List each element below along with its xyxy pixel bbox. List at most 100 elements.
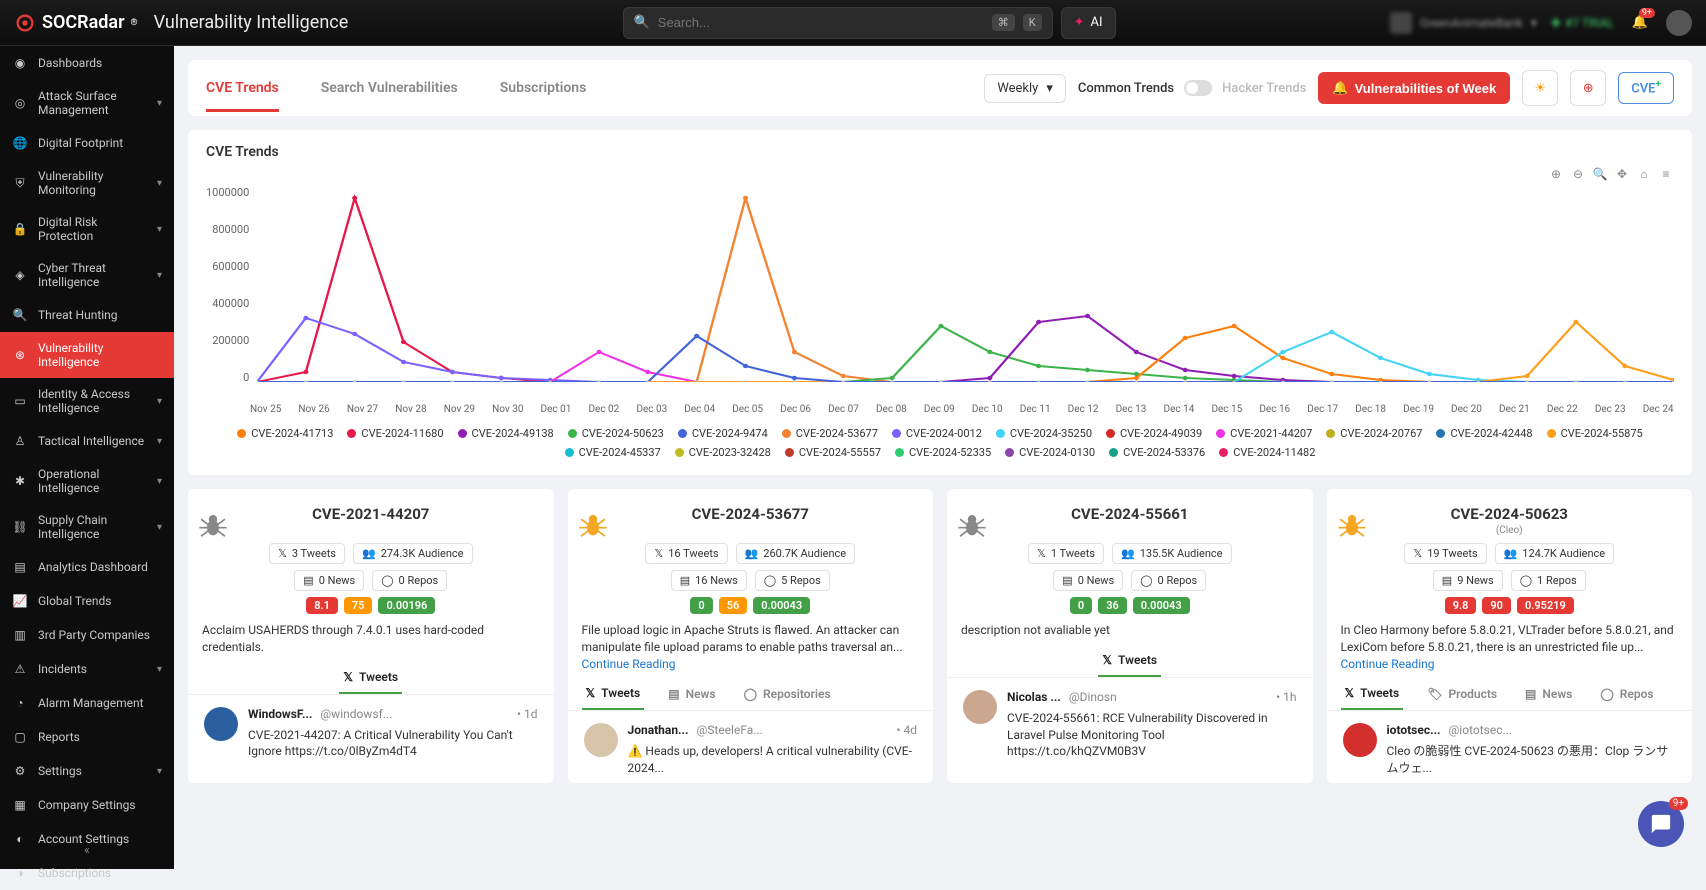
legend-item[interactable]: CVE-2024-53677 [782,427,878,440]
sidebar-item-digital-footprint[interactable]: 🌐Digital Footprint [0,126,174,160]
pan-icon[interactable]: ✥ [1614,166,1630,182]
card-tab-tweets[interactable]: 𝕏Tweets [582,678,645,710]
sidebar-item-tactical-intelligence[interactable]: ♙Tactical Intelligence▾ [0,424,174,458]
tweet-item[interactable]: Nicolas ...@Dinosn• 1hCVE-2024-55661: RC… [961,678,1299,766]
tweet-item[interactable]: iototsec...@iototsec...Cleo の脆弱性 CVE-202… [1341,711,1679,783]
tweet-body: CVE-2024-55661: RCE Vulnerability Discov… [1007,710,1297,760]
legend-item[interactable]: CVE-2024-0130 [1005,446,1095,459]
card-tab-tweets[interactable]: 𝕏Tweets [1098,645,1161,677]
ai-button[interactable]: ✦ AI [1061,7,1116,39]
sun-icon-button[interactable]: ☀ [1522,70,1558,106]
legend-item[interactable]: CVE-2024-53376 [1109,446,1205,459]
search-input[interactable] [658,15,984,30]
cve-id[interactable]: CVE-2021-44207 [202,505,540,523]
legend-item[interactable]: CVE-2024-42448 [1436,427,1532,440]
card-tab-repos[interactable]: ◯Repos [1596,678,1657,710]
sidebar-item--rd-party-companies[interactable]: ▥3rd Party Companies [0,618,174,652]
card-tab-products[interactable]: 🏷Products [1423,678,1501,710]
tweet-item[interactable]: WindowsF...@windowsf...• 1dCVE-2021-4420… [202,695,540,767]
menu-icon[interactable]: ≡ [1658,166,1674,182]
sidebar-item-alarm-management[interactable]: ◔Alarm Management [0,686,174,720]
cve-id[interactable]: CVE-2024-50623 [1341,505,1679,523]
cve-description: description not avaliable yet [961,622,1299,639]
legend-item[interactable]: CVE-2024-11680 [347,427,443,440]
add-button[interactable]: ⊕ [1570,70,1606,106]
legend-item[interactable]: CVE-2024-49138 [458,427,554,440]
cve-card: CVE-2024-53677𝕏16 Tweets👥260.7K Audience… [568,489,934,783]
home-icon[interactable]: ⌂ [1636,166,1652,182]
sub-icon: ◑ [12,865,28,881]
sidebar-item-attack-surface-management[interactable]: ◎Attack Surface Management▾ [0,80,174,126]
brand-logo[interactable]: SOCRadar® [14,12,138,34]
legend-item[interactable]: CVE-2021-44207 [1216,427,1312,440]
card-tab-news[interactable]: ▤News [664,678,719,710]
cve-id[interactable]: CVE-2024-55661 [961,505,1299,523]
sidebar-item-threat-hunting[interactable]: 🔍Threat Hunting [0,298,174,332]
card-tab-tweets[interactable]: 𝕏Tweets [1341,678,1404,710]
sidebar-item-global-trends[interactable]: 📈Global Trends [0,584,174,618]
sidebar-item-analytics-dashboard[interactable]: ▤Analytics Dashboard [0,550,174,584]
tab-search-vulnerabilities[interactable]: Search Vulnerabilities [321,74,458,102]
card-tab-news[interactable]: ▤News [1521,678,1576,710]
x-icon: 𝕏 [278,547,287,560]
legend-item[interactable]: CVE-2024-55875 [1547,427,1643,440]
tab-subscriptions[interactable]: Subscriptions [500,74,587,102]
zoom-in-icon[interactable]: ⊕ [1548,166,1564,182]
org-selector[interactable]: GreenAnimateBank ▾ [1390,12,1537,34]
sidebar-item-operational-intelligence[interactable]: ✱Operational Intelligence▾ [0,458,174,504]
trend-toggle[interactable]: Common Trends Hacker Trends [1078,80,1307,96]
sidebar-item-cyber-threat-intelligence[interactable]: ◈Cyber Threat Intelligence▾ [0,252,174,298]
card-tab-tweets[interactable]: 𝕏Tweets [339,662,402,694]
collapse-sidebar-button[interactable]: « [0,837,174,863]
sidebar-item-settings[interactable]: ⚙Settings▾ [0,754,174,788]
tab-cve-trends[interactable]: CVE Trends [206,74,279,102]
sidebar-item-company-settings[interactable]: ▦Company Settings [0,788,174,822]
legend-item[interactable]: CVE-2024-52335 [895,446,991,459]
legend-item[interactable]: CVE-2024-9474 [678,427,768,440]
cve-id[interactable]: CVE-2024-53677 [582,505,920,523]
github-icon: ◯ [381,574,393,587]
notifications-button[interactable]: 🔔 9+ [1628,11,1652,35]
sidebar-item-label: Cyber Threat Intelligence [38,261,147,289]
sidebar-item-vulnerability-monitoring[interactable]: ⛨Vulnerability Monitoring▾ [0,160,174,206]
sidebar-item-dashboards[interactable]: ◉Dashboards [0,46,174,80]
trial-badge[interactable]: ✚#7 TRIAL [1551,16,1614,30]
legend-item[interactable]: CVE-2024-0012 [892,427,982,440]
legend-item[interactable]: CVE-2024-49039 [1106,427,1202,440]
global-search[interactable]: 🔍 ⌘ K [623,7,1053,39]
cve-trends-panel: CVE Trends ⊕ ⊖ 🔍 ✥ ⌂ ≡ 10000008000006000… [188,130,1692,475]
zoom-select-icon[interactable]: 🔍 [1592,166,1608,182]
switch[interactable] [1184,80,1212,96]
legend-item[interactable]: CVE-2024-50623 [568,427,664,440]
stat-chip: 𝕏16 Tweets [645,543,727,564]
zoom-out-icon[interactable]: ⊖ [1570,166,1586,182]
chart-plot[interactable] [257,182,1674,402]
legend-item[interactable]: CVE-2024-45337 [565,446,661,459]
cve-badge-button[interactable]: CVE+ [1618,72,1674,103]
legend-item[interactable]: CVE-2024-20767 [1326,427,1422,440]
continue-reading-link[interactable]: Continue Reading [1341,657,1435,671]
sidebar-item-label: Supply Chain Intelligence [38,513,147,541]
legend-item[interactable]: CVE-2024-41713 [237,427,333,440]
legend-item[interactable]: CVE-2024-55557 [785,446,881,459]
help-fab[interactable]: 9+ [1638,801,1684,847]
user-avatar[interactable] [1666,10,1692,36]
legend-item[interactable]: CVE-2024-11482 [1219,446,1315,459]
legend-item[interactable]: CVE-2024-35250 [996,427,1092,440]
sidebar-item-reports[interactable]: ▢Reports [0,720,174,754]
sidebar-item-label: Operational Intelligence [38,467,147,495]
sidebar-item-incidents[interactable]: ⚠Incidents▾ [0,652,174,686]
legend-item[interactable]: CVE-2023-32428 [675,446,771,459]
continue-reading-link[interactable]: Continue Reading [582,657,676,671]
sidebar-item-vulnerability-intelligence[interactable]: ⊛Vulnerability Intelligence [0,332,174,378]
sidebar-item-identity-access-intelligence[interactable]: ▭Identity & Access Intelligence▾ [0,378,174,424]
tweet-avatar [1343,723,1377,757]
vulnerabilities-of-week-button[interactable]: 🔔 Vulnerabilities of Week [1318,72,1510,104]
tweet-item[interactable]: Jonathan...@SteeleFa...• 4d⚠️ Heads up, … [582,711,920,783]
sidebar-item-digital-risk-protection[interactable]: 🔒Digital Risk Protection▾ [0,206,174,252]
stat-chip: 👥124.7K Audience [1495,543,1615,564]
sidebar-item-supply-chain-intelligence[interactable]: ⛓Supply Chain Intelligence▾ [0,504,174,550]
card-tab-repositories[interactable]: ◯Repositories [740,678,835,710]
chart-icon: ▤ [12,559,28,575]
range-dropdown[interactable]: Weekly ▾ [984,74,1066,103]
